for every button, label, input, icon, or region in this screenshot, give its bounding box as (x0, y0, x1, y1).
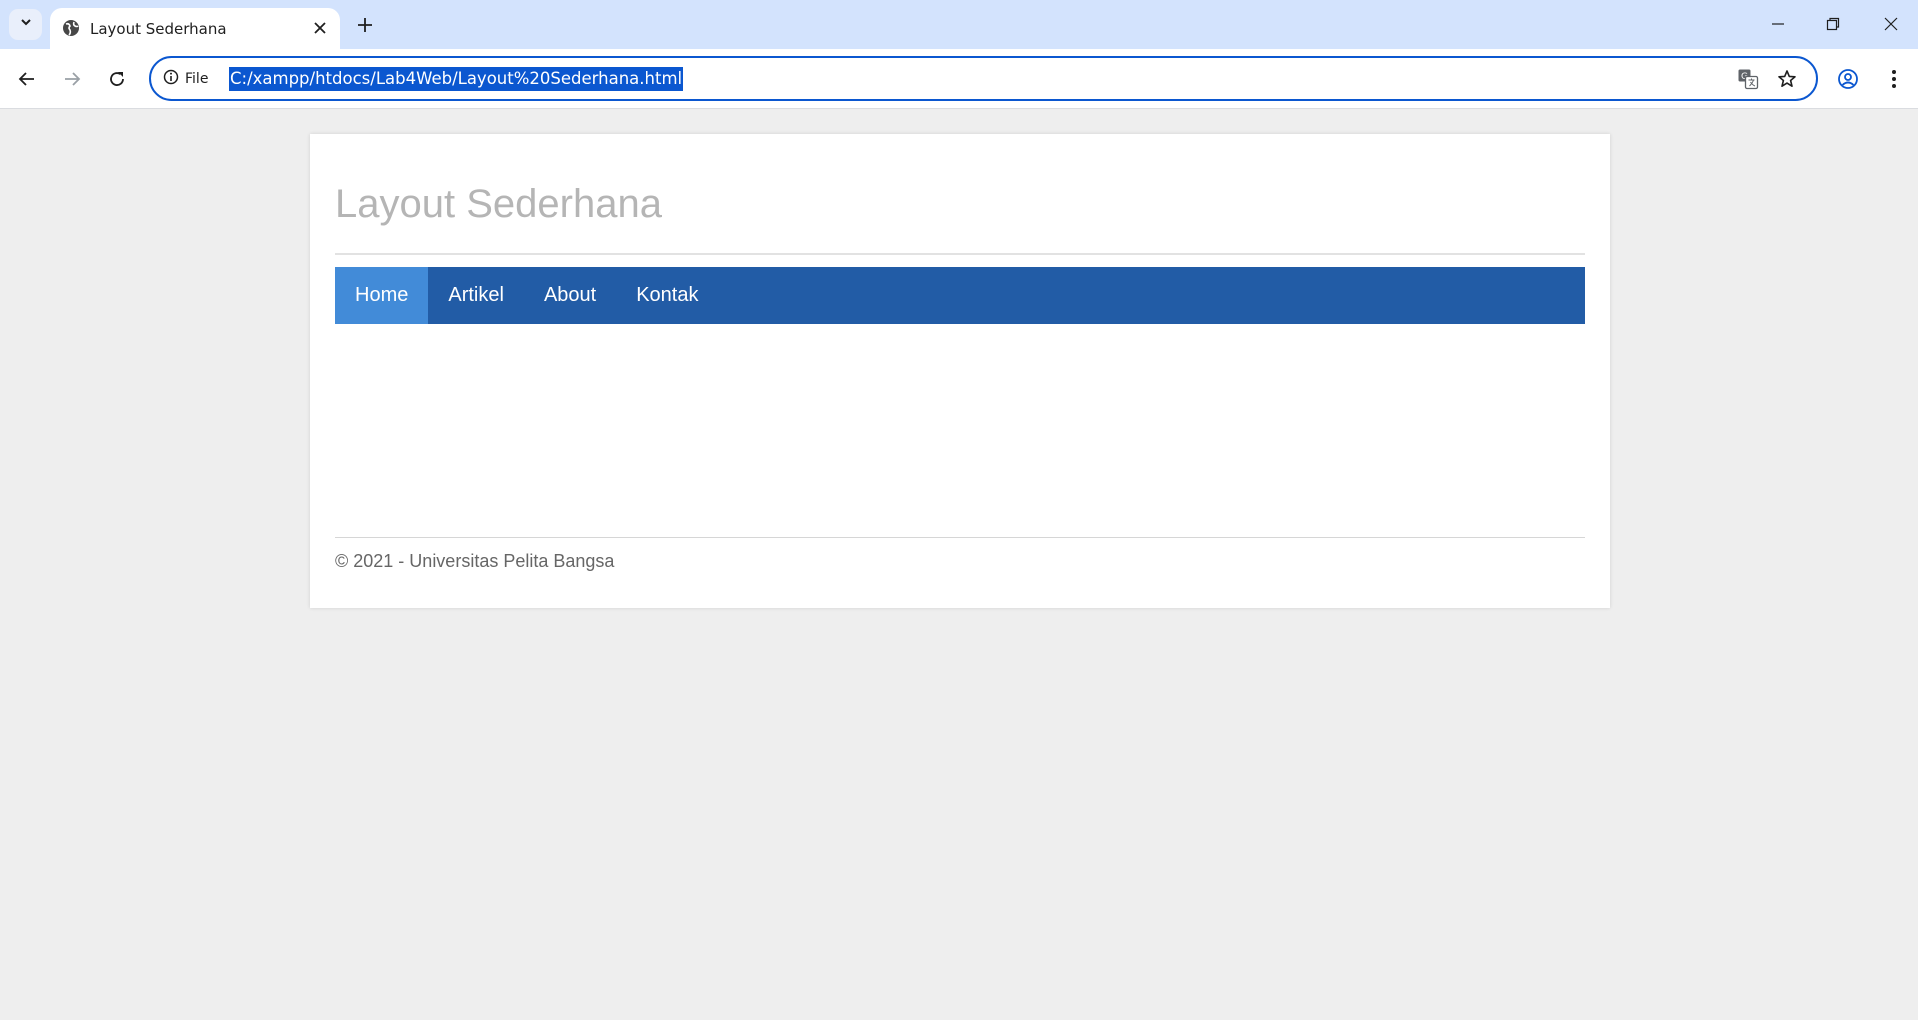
tab-search-button[interactable] (9, 9, 42, 40)
site-info-button[interactable]: File (163, 67, 208, 90)
nav-item-home[interactable]: Home (335, 267, 429, 324)
nav-item-kontak[interactable]: Kontak (616, 267, 718, 324)
star-icon[interactable] (1774, 66, 1800, 92)
scheme-label: File (185, 70, 209, 87)
nav-item-about[interactable]: About (524, 267, 616, 324)
page-viewport: Layout Sederhana Home Artikel About Kont… (0, 109, 1918, 1020)
footer-divider (335, 537, 1585, 538)
url-text[interactable]: C:/xampp/htdocs/Lab4Web/Layout%20Sederha… (229, 67, 684, 91)
forward-arrow-icon[interactable] (56, 63, 88, 95)
header-divider (335, 253, 1585, 255)
info-icon (163, 69, 179, 89)
browser-toolbar: File C:/xampp/htdocs/Lab4Web/Layout%20Se… (0, 49, 1918, 109)
tab-search-icon (19, 15, 33, 34)
translate-icon[interactable]: G (1735, 66, 1761, 92)
address-bar[interactable]: File C:/xampp/htdocs/Lab4Web/Layout%20Se… (149, 56, 1818, 101)
active-tab[interactable]: Layout Sederhana (50, 8, 340, 49)
profile-icon[interactable] (1832, 63, 1864, 95)
close-icon[interactable] (310, 18, 330, 38)
page-container: Layout Sederhana Home Artikel About Kont… (310, 134, 1610, 608)
footer-text: © 2021 - Universitas Pelita Bangsa (335, 551, 615, 571)
nav-item-artikel[interactable]: Artikel (428, 267, 524, 324)
reload-icon[interactable] (101, 63, 133, 95)
restore-icon[interactable] (1813, 8, 1853, 40)
globe-icon (62, 19, 80, 37)
plus-icon[interactable] (352, 12, 378, 38)
page-title: Layout Sederhana (335, 182, 662, 226)
main-nav: Home Artikel About Kontak (335, 267, 1585, 324)
more-vert-icon[interactable] (1878, 63, 1910, 95)
minimize-icon[interactable] (1758, 8, 1798, 40)
back-arrow-icon[interactable] (11, 63, 43, 95)
tab-title: Layout Sederhana (90, 20, 227, 38)
tab-strip: Layout Sederhana (0, 0, 1918, 49)
close-window-icon[interactable] (1871, 8, 1911, 40)
